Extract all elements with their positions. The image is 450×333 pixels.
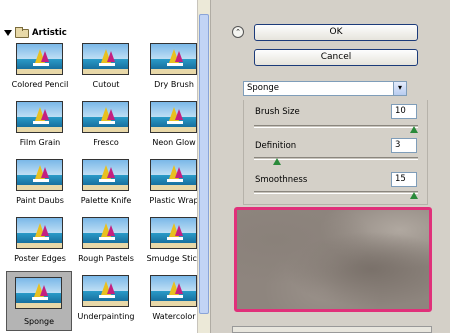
filter-thumb-label: Sponge [23, 317, 55, 326]
gallery-scrollbar[interactable] [197, 0, 210, 333]
filter-thumbnail-image [16, 101, 63, 133]
definition-label: Definition [255, 141, 297, 151]
filter-thumb-item[interactable]: Colored Pencil [10, 40, 70, 94]
filter-thumbnail-image [82, 43, 129, 75]
category-label: Artistic [32, 28, 67, 38]
filter-thumb-label: Palette Knife [80, 196, 132, 205]
filter-thumb-label: Poster Edges [14, 254, 66, 263]
brush-size-field[interactable]: 10 [391, 104, 417, 119]
filter-thumb-item[interactable]: Dry Brush [144, 40, 204, 94]
filter-thumbnail-image [16, 159, 63, 191]
filter-thumb-item[interactable]: Smudge Stick [144, 214, 204, 268]
filter-thumb-item[interactable]: Rough Pastels [76, 214, 136, 268]
brush-size-label: Brush Size [255, 107, 300, 117]
filter-thumbnail-image [82, 217, 129, 249]
filter-thumb-item[interactable]: Palette Knife [76, 156, 136, 210]
sponge-preview [234, 207, 432, 312]
filter-thumb-item[interactable]: Plastic Wrap [144, 156, 204, 210]
filter-thumb-item[interactable]: Paint Daubs [10, 156, 70, 210]
filter-thumbnail-image [150, 101, 197, 133]
filter-thumbnail-image [150, 217, 197, 249]
filter-thumb-label: Smudge Stick [146, 254, 202, 263]
filter-thumb-label: Dry Brush [154, 80, 194, 89]
filter-thumb-item[interactable]: Underpainting [76, 272, 136, 326]
filter-thumbnail-image [150, 275, 197, 307]
filter-thumb-item[interactable]: Watercolor [144, 272, 204, 326]
filter-thumb-label: Plastic Wrap [149, 196, 199, 205]
ok-button[interactable]: OK [254, 24, 418, 41]
filter-thumbnail-image [16, 43, 63, 75]
filter-dropdown-value: Sponge [247, 83, 280, 93]
collapse-gallery-icon[interactable]: ⌃ [232, 26, 244, 38]
smoothness-slider-thumb[interactable] [410, 192, 418, 199]
smoothness-slider[interactable] [254, 191, 418, 199]
folder-icon [15, 26, 29, 38]
filter-thumb-label: Underpainting [77, 312, 135, 321]
filter-thumbnail-image [82, 159, 129, 191]
filter-thumb-item[interactable]: Cutout [76, 40, 136, 94]
filter-dropdown[interactable]: Sponge ▾ [243, 81, 407, 96]
filter-thumbnail-image [150, 159, 197, 191]
filter-thumb-label: Cutout [92, 80, 120, 89]
smoothness-label: Smoothness [255, 175, 308, 185]
filter-thumb-label: Fresco [93, 138, 119, 147]
filter-thumb-label: Colored Pencil [11, 80, 69, 89]
scroll-thumb[interactable] [199, 14, 209, 314]
filter-thumbnail-image [16, 217, 63, 249]
filter-thumb-item[interactable]: Fresco [76, 98, 136, 152]
brush-size-slider-thumb[interactable] [410, 126, 418, 133]
filter-thumb-item[interactable]: Poster Edges [10, 214, 70, 268]
filter-thumb-label: Neon Glow [152, 138, 196, 147]
filter-thumbnail-image [150, 43, 197, 75]
filter-thumb-label: Film Grain [19, 138, 61, 147]
filter-thumbnail-image [15, 277, 62, 309]
filter-thumb-label: Watercolor [152, 312, 196, 321]
definition-field[interactable]: 3 [391, 138, 417, 153]
filter-thumb-label: Paint Daubs [16, 196, 64, 205]
category-header[interactable]: Artistic [4, 26, 67, 40]
smoothness-field[interactable]: 15 [391, 172, 417, 187]
definition-slider[interactable] [254, 157, 418, 165]
expand-triangle-icon[interactable] [4, 30, 12, 36]
cancel-button[interactable]: Cancel [254, 49, 418, 66]
filter-thumbnail-image [82, 101, 129, 133]
definition-slider-thumb[interactable] [272, 158, 281, 165]
chevron-down-icon[interactable]: ▾ [393, 81, 407, 96]
filter-thumb-item[interactable]: Film Grain [10, 98, 70, 152]
filter-thumb-item[interactable]: Neon Glow [144, 98, 204, 152]
filter-thumb-item[interactable]: Sponge [6, 271, 72, 331]
brush-size-slider[interactable] [254, 125, 418, 133]
filter-thumbnail-image [82, 275, 129, 307]
filter-gallery: Artistic Colored Pencil Cutout Dry Brush Fi… [0, 0, 211, 333]
horizontal-scrollbar[interactable] [232, 326, 432, 333]
filter-thumb-label: Rough Pastels [78, 254, 134, 263]
